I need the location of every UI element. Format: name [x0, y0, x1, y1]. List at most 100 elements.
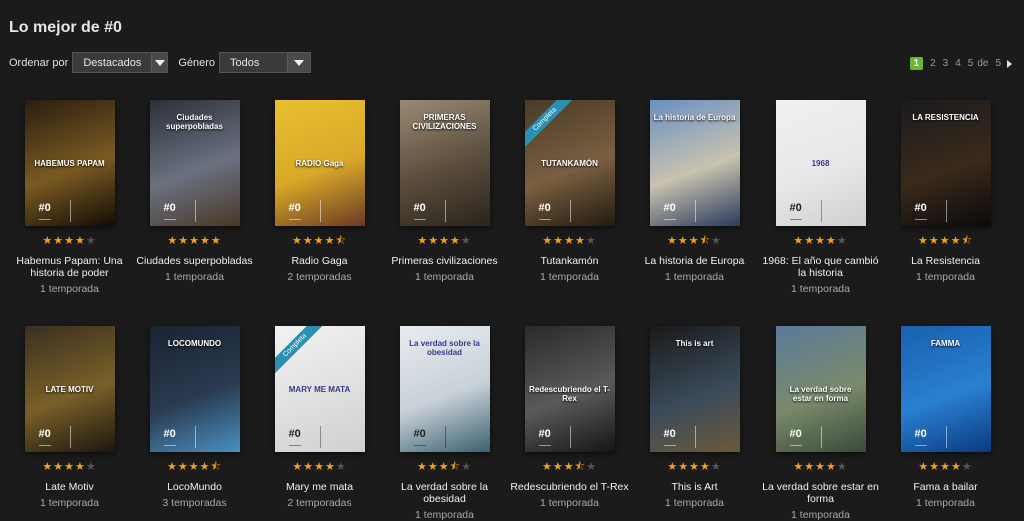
show-poster[interactable]: PRIMERAS CIVILIZACIONES #0 — [399, 100, 490, 226]
page-link-1[interactable]: 1 — [909, 57, 924, 70]
show-card[interactable]: RADIO Gaga #0 ★★★★⯪ Radio Gaga 2 temporadas — [257, 100, 382, 283]
show-title[interactable]: La historia de Europa — [632, 255, 757, 267]
show-title[interactable]: 1968: El año que cambió la historia — [758, 255, 883, 279]
show-title[interactable]: La verdad sobre la obesidad — [382, 481, 507, 505]
show-poster[interactable]: LOCOMUNDO #0 — [149, 326, 240, 452]
chevron-down-icon[interactable] — [151, 53, 168, 72]
show-poster[interactable]: RADIO Gaga #0 — [274, 100, 365, 226]
star-filled-icon: ★ — [689, 461, 700, 473]
show-title[interactable]: Redescubriendo el T-Rex — [507, 481, 632, 493]
channel-logo: #0 — [163, 202, 176, 220]
show-seasons: 1 temporada — [165, 271, 224, 283]
star-rating: ★★★⯪★ — [632, 235, 757, 247]
star-filled-icon: ★ — [314, 461, 325, 473]
order-value: Destacados — [83, 56, 142, 69]
star-filled-icon: ★ — [939, 235, 951, 247]
show-poster[interactable]: La historia de Europa #0 — [649, 100, 740, 226]
show-title[interactable]: Habemus Papam: Una historia de poder — [7, 255, 132, 279]
show-card[interactable]: PRIMERAS CIVILIZACIONES #0 ★★★★★ Primeras c… — [382, 100, 507, 283]
show-title[interactable]: Radio Gaga — [257, 255, 382, 267]
logo-divider — [694, 426, 696, 448]
show-title[interactable]: Primeras civilizaciones — [382, 255, 507, 267]
poster-title-text: LOCOMUNDO — [167, 339, 222, 348]
show-poster[interactable]: MARY ME MATA Completa #0 — [274, 326, 365, 452]
next-page-icon[interactable] — [1007, 59, 1012, 68]
show-card[interactable]: LATE MOTIV #0 ★★★★★ Late Motiv 1 temporada — [7, 326, 132, 509]
star-filled-icon: ★ — [793, 461, 805, 473]
show-title[interactable]: LocoMundo — [132, 481, 257, 493]
star-filled-icon: ★ — [449, 235, 461, 247]
show-poster[interactable]: 1968 #0 — [775, 100, 866, 226]
page-link-2[interactable]: 2 — [930, 58, 936, 69]
show-poster[interactable]: La verdad sobre estar en forma #0 — [775, 326, 866, 452]
star-filled-icon: ★ — [292, 461, 304, 473]
star-rating: ★★★★★ — [7, 461, 132, 473]
channel-logo: #0 — [538, 428, 551, 446]
show-title[interactable]: Late Motiv — [7, 481, 132, 493]
show-seasons: 1 temporada — [665, 271, 724, 283]
show-poster[interactable]: This is art #0 — [649, 326, 740, 452]
star-filled-icon: ★ — [177, 461, 189, 473]
pagination-total[interactable]: 5 — [995, 58, 1001, 69]
page-link-5[interactable]: 5 — [968, 58, 974, 69]
show-card[interactable]: La verdad sobre la obesidad #0 ★★★⯪★ La ver… — [382, 326, 507, 521]
show-poster[interactable]: LATE MOTIV #0 — [24, 326, 115, 452]
star-rating: ★★★★★ — [632, 461, 757, 473]
show-title[interactable]: La verdad sobre estar en forma — [758, 481, 883, 505]
show-card[interactable]: Redescubriendo el T-Rex #0 ★★★⯪★ Redescubri… — [507, 326, 632, 509]
star-rating: ★★★★★ — [758, 461, 883, 473]
show-card[interactable]: La verdad sobre estar en forma #0 ★★★★★ La … — [758, 326, 883, 521]
show-card[interactable]: LOCOMUNDO #0 ★★★★⯪ LocoMundo 3 temporadas — [132, 326, 257, 509]
poster-title-text: LA RESISTENCIA — [912, 113, 979, 122]
star-filled-icon: ★ — [667, 235, 678, 247]
logo-divider — [319, 426, 321, 448]
logo-divider — [569, 426, 571, 448]
page-link-3[interactable]: 3 — [943, 58, 949, 69]
star-empty-icon: ★ — [710, 461, 722, 473]
star-filled-icon: ★ — [918, 461, 930, 473]
complete-ribbon: Completa — [524, 100, 577, 152]
show-poster[interactable]: TUTANKAMÓN Completa #0 — [524, 100, 615, 226]
show-card[interactable]: 1968 #0 ★★★★★ 1968: El año que cambió la hi… — [758, 100, 883, 295]
logo-divider — [694, 200, 696, 222]
star-filled-icon: ★ — [303, 461, 315, 473]
star-filled-icon: ★ — [324, 235, 336, 247]
show-card[interactable]: LA RESISTENCIA #0 ★★★★⯪ La Resistencia 1 tem… — [883, 100, 1008, 283]
poster-title-text: PRIMERAS CIVILIZACIONES — [412, 113, 477, 131]
show-title[interactable]: This is Art — [632, 481, 757, 493]
show-card[interactable]: This is art #0 ★★★★★ This is Art 1 temporada — [632, 326, 757, 509]
show-poster[interactable]: Ciudades superpobladas #0 — [149, 100, 240, 226]
show-title[interactable]: La Resistencia — [883, 255, 1008, 267]
show-card[interactable]: MARY ME MATA Completa #0 ★★★★★ Mary me mata 2… — [257, 326, 382, 509]
show-poster[interactable]: Redescubriendo el T-Rex #0 — [524, 326, 615, 452]
star-filled-icon: ★ — [825, 235, 837, 247]
chevron-down-icon[interactable] — [287, 53, 311, 72]
star-filled-icon: ★ — [950, 461, 962, 473]
show-title[interactable]: Ciudades superpobladas — [132, 255, 257, 267]
star-filled-icon: ★ — [178, 235, 190, 247]
poster-title-text: 1968 — [811, 159, 830, 168]
star-filled-icon: ★ — [188, 461, 200, 473]
order-select[interactable]: Destacados — [72, 52, 169, 73]
show-seasons: 1 temporada — [916, 271, 975, 283]
star-half-icon: ⯪ — [574, 461, 587, 473]
show-card[interactable]: FAMMA #0 ★★★★★ Fama a bailar 1 temporada — [883, 326, 1008, 509]
star-filled-icon: ★ — [74, 461, 86, 473]
star-empty-icon: ★ — [836, 461, 848, 473]
star-filled-icon: ★ — [74, 235, 86, 247]
show-poster[interactable]: FAMMA #0 — [900, 326, 991, 452]
show-poster[interactable]: La verdad sobre la obesidad #0 — [399, 326, 490, 452]
show-card[interactable]: La historia de Europa #0 ★★★⯪★ La historia … — [632, 100, 757, 283]
show-title[interactable]: Tutankamón — [507, 255, 632, 267]
page-link-4[interactable]: 4 — [955, 58, 961, 69]
show-poster[interactable]: LA RESISTENCIA #0 — [900, 100, 991, 226]
show-card[interactable]: Ciudades superpobladas #0 ★★★★★ Ciudades su… — [132, 100, 257, 283]
star-rating: ★★★⯪★ — [382, 461, 507, 473]
show-card[interactable]: HABEMUS PAPAM #0 ★★★★★ Habemus Papam: Una h… — [7, 100, 132, 295]
show-poster[interactable]: HABEMUS PAPAM #0 — [24, 100, 115, 226]
star-empty-icon: ★ — [460, 235, 472, 247]
genre-select[interactable]: Todos — [219, 52, 312, 73]
show-title[interactable]: Fama a bailar — [883, 481, 1008, 493]
show-title[interactable]: Mary me mata — [257, 481, 382, 493]
show-card[interactable]: TUTANKAMÓN Completa #0 ★★★★★ Tutankamón 1 tem… — [507, 100, 632, 283]
